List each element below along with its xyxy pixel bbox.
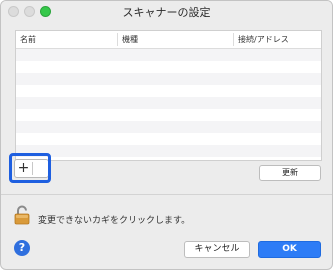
scanner-settings-window: スキャナーの設定 名前 機種 接続/アドレス + 更新 変更できないカギをクリッ… [0,0,333,270]
cancel-button[interactable]: キャンセル [184,241,250,258]
column-header-model[interactable]: 機種 [122,34,138,45]
lock-instruction-text: 変更できないカギをクリックします。 [38,216,191,226]
table-row [16,73,321,85]
update-button[interactable]: 更新 [259,165,321,181]
title-bar: スキャナーの設定 [1,1,332,22]
table-row [16,145,321,157]
ok-button[interactable]: OK [258,241,321,258]
window-title: スキャナーの設定 [122,6,211,19]
column-header-connection[interactable]: 接続/アドレス [238,34,289,45]
column-header-name[interactable]: 名前 [20,34,36,45]
table-row [16,85,321,97]
table-row [16,133,321,145]
column-divider[interactable] [117,33,118,46]
table-row [16,109,321,121]
table-row [16,97,321,109]
table-row [16,121,321,133]
table-row [16,49,321,61]
table-header: 名前 機種 接続/アドレス [16,31,321,49]
scanner-table[interactable]: 名前 機種 接続/アドレス [15,30,322,161]
lock-icon[interactable] [14,205,30,225]
add-button-highlight [9,153,51,183]
column-divider[interactable] [233,33,234,46]
help-icon[interactable]: ? [14,240,30,256]
section-divider [1,194,332,195]
table-row [16,61,321,73]
